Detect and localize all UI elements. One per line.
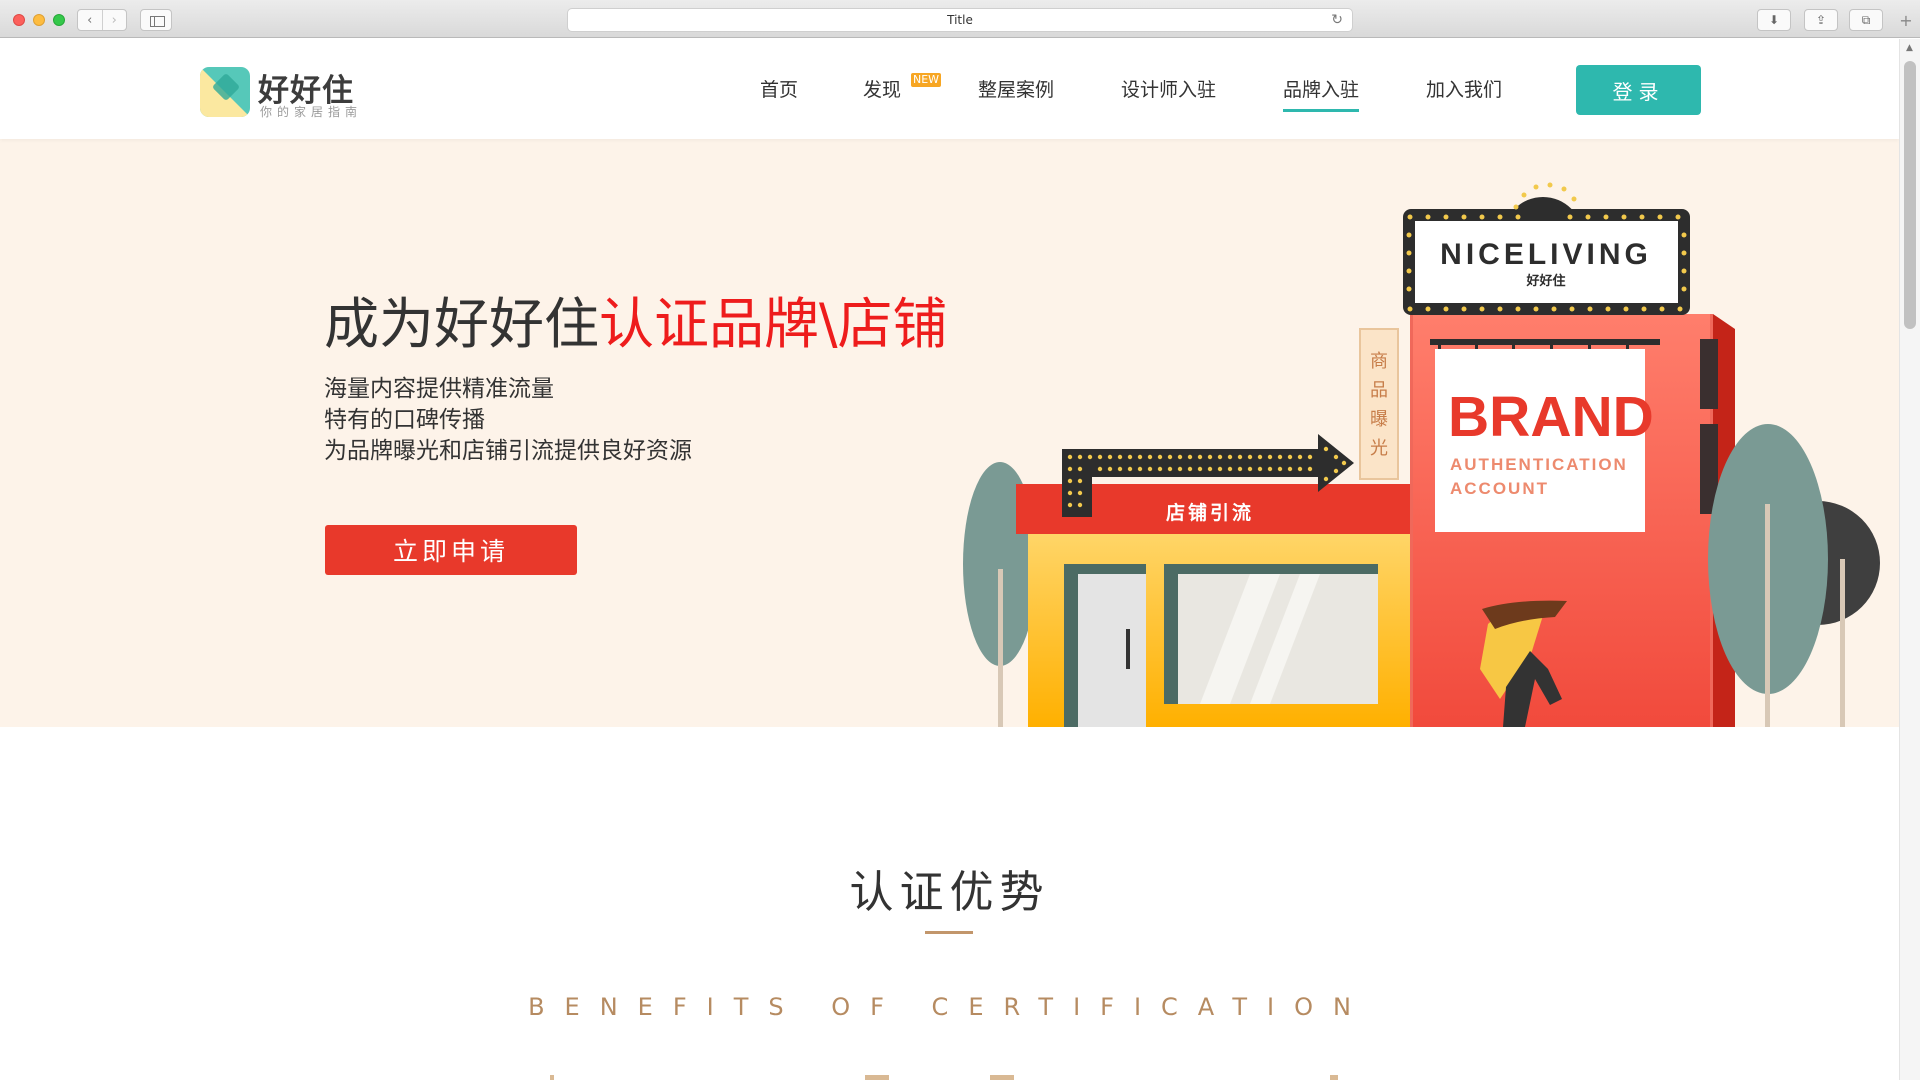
next-section-peek <box>550 1075 554 1080</box>
page-tab-title: Title <box>947 13 973 27</box>
nav-join-us[interactable]: 加入我们 <box>1426 75 1502 102</box>
hero-line-1: 海量内容提供精准流量 <box>324 376 554 402</box>
hero-line-3: 为品牌曝光和店铺引流提供良好资源 <box>324 438 692 464</box>
minimize-window-button[interactable] <box>33 14 45 26</box>
reload-icon[interactable]: ↻ <box>1331 12 1343 28</box>
logo-subtitle: 你的家居指南 <box>260 105 363 119</box>
hero-banner: 成为好好住认证品牌\店铺 海量内容提供精准流量 特有的口碑传播 为品牌曝光和店铺… <box>0 139 1899 727</box>
hero-line-2: 特有的口碑传播 <box>324 407 485 433</box>
maximize-window-button[interactable] <box>53 14 65 26</box>
back-button[interactable]: ‹ <box>78 10 102 30</box>
nav-designer-join[interactable]: 设计师入驻 <box>1121 75 1216 102</box>
benefits-title: 认证优势 <box>849 867 1050 918</box>
nav-discover-label: 发现 <box>863 79 902 101</box>
download-icon[interactable]: ⬇ <box>1757 9 1791 31</box>
hero-title-prefix: 成为好好住 <box>324 292 600 356</box>
benefits-subtitle: BENEFITS OF CERTIFICATION <box>528 993 1371 1021</box>
forward-button[interactable]: › <box>101 10 127 30</box>
brand-text: BRAND <box>1448 385 1654 449</box>
login-button[interactable]: 登录 <box>1576 65 1701 115</box>
browser-toolbar: ‹ › Title ↻ ⬇ ⇪ ⧉ + <box>0 0 1920 38</box>
next-section-peek <box>1330 1075 1338 1080</box>
brand-line-1: AUTHENTICATION <box>1450 455 1628 474</box>
vertical-sign-char-3: 曝 <box>1370 409 1388 430</box>
marquee-title: NICELIVING <box>1440 238 1652 271</box>
history-buttons: ‹ › <box>77 9 127 31</box>
arrow-sign-text: 店铺引流 <box>1166 501 1254 524</box>
logo-icon <box>200 67 250 117</box>
scroll-up-icon[interactable]: ▲ <box>1906 43 1913 53</box>
nav-discover[interactable]: 发现 NEW <box>863 73 942 102</box>
nav-whole-house-cases[interactable]: 整屋案例 <box>978 75 1054 102</box>
sidebar-toggle-icon[interactable] <box>140 9 172 31</box>
close-window-button[interactable] <box>13 14 25 26</box>
share-icon[interactable]: ⇪ <box>1804 9 1838 31</box>
web-page: 好好住 你的家居指南 首页 发现 NEW 整屋案例 设计师入驻 品牌入驻 加入我… <box>0 39 1899 1080</box>
new-tab-icon[interactable]: + <box>1896 10 1916 30</box>
vertical-sign-char-1: 商 <box>1370 351 1388 372</box>
site-header: 好好住 你的家居指南 首页 发现 NEW 整屋案例 设计师入驻 品牌入驻 加入我… <box>0 39 1899 139</box>
hero-description: 海量内容提供精准流量 特有的口碑传播 为品牌曝光和店铺引流提供良好资源 <box>324 374 692 467</box>
marquee-subtitle: 好好住 <box>1525 273 1565 289</box>
apply-now-button[interactable]: 立即申请 <box>325 525 577 575</box>
tabs-overview-icon[interactable]: ⧉ <box>1849 9 1883 31</box>
nav-brand-join[interactable]: 品牌入驻 <box>1283 75 1360 112</box>
hero-title-highlight: 认证品牌\店铺 <box>599 292 948 356</box>
next-section-peek <box>990 1075 1014 1080</box>
title-divider <box>925 931 973 934</box>
scroll-thumb[interactable] <box>1904 61 1916 329</box>
vertical-sign-char-2: 品 <box>1370 380 1388 401</box>
brand-line-2: ACCOUNT <box>1450 479 1549 498</box>
nav-home[interactable]: 首页 <box>760 75 798 102</box>
page-scrollbar[interactable]: ▲ <box>1899 39 1920 1080</box>
hero-title: 成为好好住认证品牌\店铺 <box>324 279 948 359</box>
address-bar[interactable]: Title ↻ <box>567 8 1353 32</box>
new-badge: NEW <box>911 73 942 87</box>
next-section-peek <box>865 1075 889 1080</box>
vertical-sign-char-4: 光 <box>1370 438 1388 459</box>
storefront-illustration: BRAND AUTHENTICATION ACCOUNT NICELIVING … <box>963 182 1880 727</box>
site-logo[interactable]: 好好住 你的家居指南 <box>200 67 376 121</box>
